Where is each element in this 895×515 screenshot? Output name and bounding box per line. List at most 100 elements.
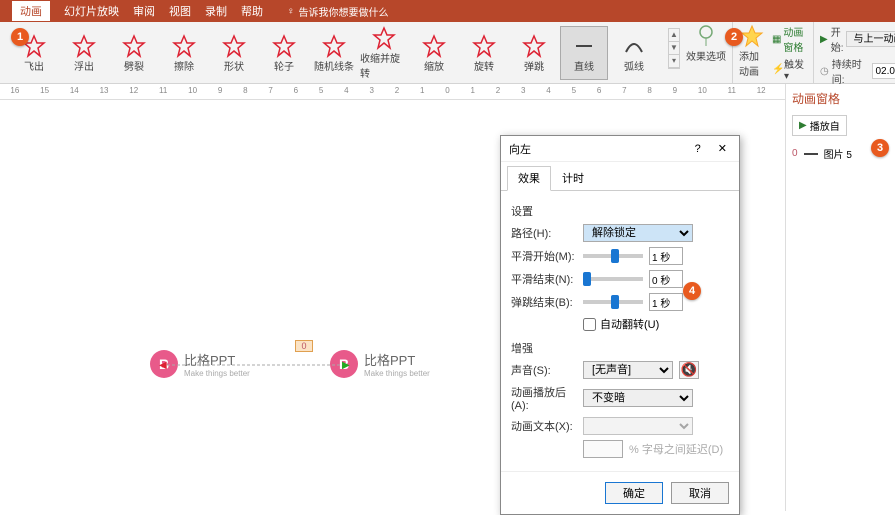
- effect-options-dialog: 向左 ? ✕ 效果 计时 设置 路径(H): 解除锁定 平滑开始(M): 平滑结…: [500, 135, 740, 515]
- timing-duration-input[interactable]: [872, 63, 895, 79]
- animation-pane-button[interactable]: ▦ 动画窗格: [772, 24, 807, 54]
- bounce-end-value[interactable]: [649, 293, 683, 311]
- logo-subtext: Make things better: [184, 369, 250, 378]
- path-start-icon[interactable]: ▶: [342, 360, 350, 371]
- play-icon: ▶: [799, 120, 807, 131]
- animation-item-3[interactable]: 擦除: [160, 26, 208, 80]
- animation-item-10[interactable]: 弹跳: [510, 26, 558, 80]
- animate-text-label: 动画文本(X):: [511, 418, 577, 434]
- star-icon: [222, 34, 246, 58]
- cancel-button[interactable]: 取消: [671, 482, 729, 504]
- star-icon: [272, 34, 296, 58]
- menu-bar: 动画 幻灯片放映 审阅 视图 录制 帮助 ♀ 告诉我你想要做什么: [0, 0, 895, 22]
- lightbulb-icon: ♀: [287, 6, 295, 17]
- play-icon: ▶: [820, 34, 828, 45]
- dialog-close-button[interactable]: ✕: [714, 143, 731, 155]
- after-animation-select[interactable]: 不变暗: [583, 389, 693, 407]
- timing-duration-row: ◷ 持续时间:: [820, 56, 895, 86]
- ribbon: 飞出浮出劈裂擦除形状轮子随机线条收缩并旋转缩放旋转弹跳直线弧线 ▲▼▾ 效果选项…: [0, 22, 895, 84]
- dialog-title: 向左: [509, 141, 531, 157]
- menu-tab-review[interactable]: 审阅: [133, 3, 155, 19]
- animation-item-9[interactable]: 旋转: [460, 26, 508, 80]
- star-icon: [622, 34, 646, 58]
- menu-tab-slideshow[interactable]: 幻灯片放映: [64, 3, 119, 19]
- motion-path[interactable]: [162, 362, 347, 368]
- auto-reverse-checkbox[interactable]: [583, 318, 596, 331]
- dialog-help-button[interactable]: ?: [695, 143, 701, 155]
- smooth-end-slider[interactable]: [583, 277, 643, 281]
- menu-tab-view[interactable]: 视图: [169, 3, 191, 19]
- play-from-button[interactable]: ▶ 播放自: [792, 115, 847, 136]
- animation-tag[interactable]: 0: [295, 340, 313, 352]
- callout-2: 2: [725, 28, 743, 46]
- smooth-end-label: 平滑结束(N):: [511, 271, 577, 287]
- animation-item-6[interactable]: 随机线条: [310, 26, 358, 80]
- sound-label: 声音(S):: [511, 362, 577, 378]
- tab-effect[interactable]: 效果: [507, 166, 551, 191]
- entry-name: 图片 5: [824, 146, 852, 161]
- effect-options-icon: [694, 24, 718, 48]
- path-select[interactable]: 解除锁定: [583, 224, 693, 242]
- add-animation-icon: [740, 24, 764, 48]
- star-icon: [422, 34, 446, 58]
- callout-4: 4: [683, 282, 701, 300]
- path-end-icon[interactable]: ◀: [159, 360, 167, 371]
- menu-tab-animation[interactable]: 动画: [12, 1, 50, 21]
- star-icon: [572, 34, 596, 58]
- timing-start-row: ▶ 开始: 与上一动画...: [820, 24, 895, 54]
- animation-item-5[interactable]: 轮子: [260, 26, 308, 80]
- sound-volume-button[interactable]: 🔇: [679, 361, 699, 379]
- trigger-button[interactable]: ⚡ 触发 ▾: [772, 56, 807, 82]
- path-label: 路径(H):: [511, 225, 577, 241]
- animation-pane-title: 动画窗格: [792, 90, 889, 107]
- trigger-icon: ⚡: [772, 64, 782, 74]
- letter-delay-label: % 字母之间延迟(D): [629, 441, 723, 457]
- animation-item-11[interactable]: 直线: [560, 26, 608, 80]
- star-icon: [72, 34, 96, 58]
- horizontal-ruler: 1615141312111098765432101234567891011121…: [0, 84, 895, 100]
- clock-icon: ◷: [820, 66, 829, 77]
- dialog-tabs: 效果 计时: [501, 162, 739, 191]
- timing-start-select[interactable]: 与上一动画...: [846, 31, 895, 47]
- callout-1: 1: [11, 28, 29, 46]
- section-enhance: 增强: [511, 340, 729, 356]
- animate-text-select: [583, 417, 693, 435]
- section-settings: 设置: [511, 203, 729, 219]
- logo-subtext: Make things better: [364, 369, 430, 378]
- star-icon: [172, 34, 196, 58]
- auto-reverse-label: 自动翻转(U): [600, 316, 659, 332]
- star-icon: [122, 34, 146, 58]
- smooth-end-value[interactable]: [649, 270, 683, 288]
- ok-button[interactable]: 确定: [605, 482, 663, 504]
- star-icon: [322, 34, 346, 58]
- animation-item-12[interactable]: 弧线: [610, 26, 658, 80]
- menu-tab-help[interactable]: 帮助: [241, 3, 263, 19]
- callout-3: 3: [871, 139, 889, 157]
- tell-me-search[interactable]: ♀ 告诉我你想要做什么: [287, 4, 389, 19]
- menu-tab-record[interactable]: 录制: [205, 3, 227, 19]
- animation-item-1[interactable]: 浮出: [60, 26, 108, 80]
- bounce-end-slider[interactable]: [583, 300, 643, 304]
- smooth-start-label: 平滑开始(M):: [511, 248, 577, 264]
- pane-icon: ▦: [772, 34, 781, 44]
- animation-item-7[interactable]: 收缩并旋转: [360, 26, 408, 80]
- star-icon: [522, 34, 546, 58]
- sound-select[interactable]: [无声音]: [583, 361, 673, 379]
- animation-gallery: 飞出浮出劈裂擦除形状轮子随机线条收缩并旋转缩放旋转弹跳直线弧线: [6, 24, 662, 82]
- smooth-start-value[interactable]: [649, 247, 683, 265]
- letter-delay-input: [583, 440, 623, 458]
- tab-timing[interactable]: 计时: [551, 166, 595, 190]
- star-icon: [472, 34, 496, 58]
- effect-options-button[interactable]: 效果选项: [686, 24, 726, 63]
- add-animation-button[interactable]: 添加动画: [739, 24, 766, 78]
- animation-item-2[interactable]: 劈裂: [110, 26, 158, 80]
- smooth-start-slider[interactable]: [583, 254, 643, 258]
- animation-item-4[interactable]: 形状: [210, 26, 258, 80]
- after-animation-label: 动画播放后(A):: [511, 384, 577, 412]
- logo-text: 比格PPT: [364, 350, 430, 369]
- animation-item-8[interactable]: 缩放: [410, 26, 458, 80]
- bounce-end-label: 弹跳结束(B):: [511, 294, 577, 310]
- star-icon: [372, 26, 396, 50]
- gallery-scroll[interactable]: ▲▼▾: [668, 28, 680, 69]
- entry-index: 0: [792, 148, 798, 159]
